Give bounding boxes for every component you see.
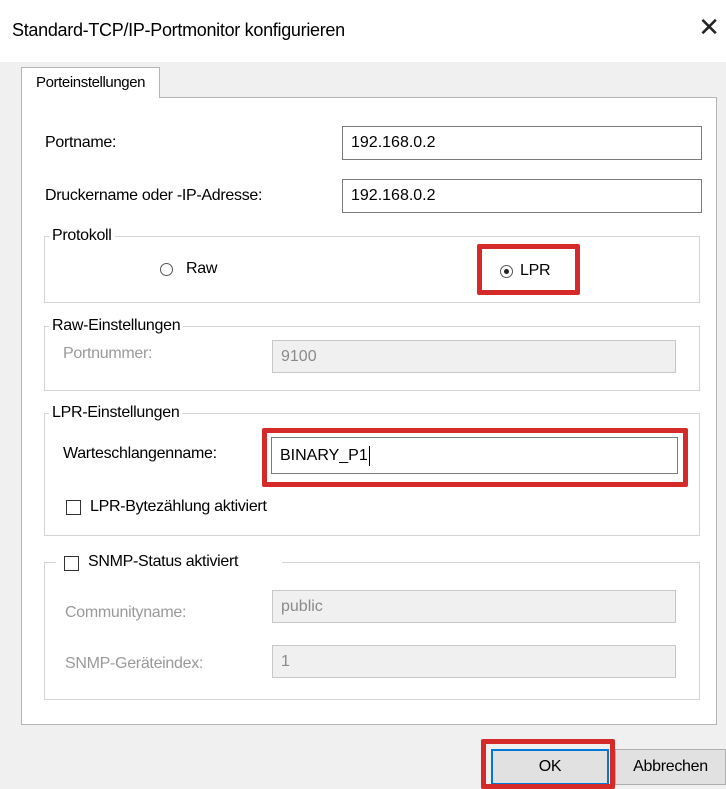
community-name-field: public — [272, 590, 676, 623]
portnumber-field: 9100 — [272, 340, 676, 373]
lpr-highlight-box — [477, 244, 580, 295]
snmp-device-index-label: SNMP-Geräteindex: — [65, 655, 204, 672]
lpr-bytecount-label: LPR-Bytezählung aktiviert — [90, 498, 267, 515]
raw-radio-label: Raw — [186, 260, 218, 277]
raw-radio[interactable] — [160, 263, 173, 276]
portname-label: Portname: — [45, 134, 117, 151]
title-bar: Standard-TCP/IP-Portmonitor konfiguriere… — [0, 0, 726, 62]
lpr-bytecount-checkbox[interactable] — [66, 500, 81, 515]
portname-field[interactable]: 192.168.0.2 — [342, 126, 702, 160]
tab-row: Porteinstellungen — [0, 62, 726, 98]
snmp-device-index-field: 1 — [272, 645, 676, 678]
snmp-status-label: SNMP-Status aktiviert — [88, 553, 239, 570]
queue-name-label: Warteschlangenname: — [63, 445, 217, 462]
protocol-legend: Protokoll — [52, 227, 112, 244]
portnumber-label: Portnummer: — [63, 345, 153, 362]
tab-porteinstellungen[interactable]: Porteinstellungen — [21, 67, 161, 98]
printer-address-field[interactable]: 192.168.0.2 — [342, 179, 702, 213]
protocol-group: Protokoll — [44, 227, 700, 303]
snmp-group — [44, 562, 700, 700]
cancel-button[interactable]: Abbrechen — [615, 749, 726, 785]
queue-name-highlight-box — [262, 428, 688, 487]
close-icon[interactable]: ✕ — [698, 14, 720, 40]
community-name-label: Communityname: — [65, 604, 187, 621]
window-title: Standard-TCP/IP-Portmonitor konfiguriere… — [12, 20, 345, 40]
ok-highlight-box — [481, 739, 615, 789]
lpr-settings-legend: LPR-Einstellungen — [52, 404, 180, 421]
snmp-status-checkbox[interactable] — [64, 556, 79, 571]
raw-settings-legend: Raw-Einstellungen — [52, 317, 181, 334]
printer-address-label: Druckername oder -IP-Adresse: — [45, 187, 263, 204]
